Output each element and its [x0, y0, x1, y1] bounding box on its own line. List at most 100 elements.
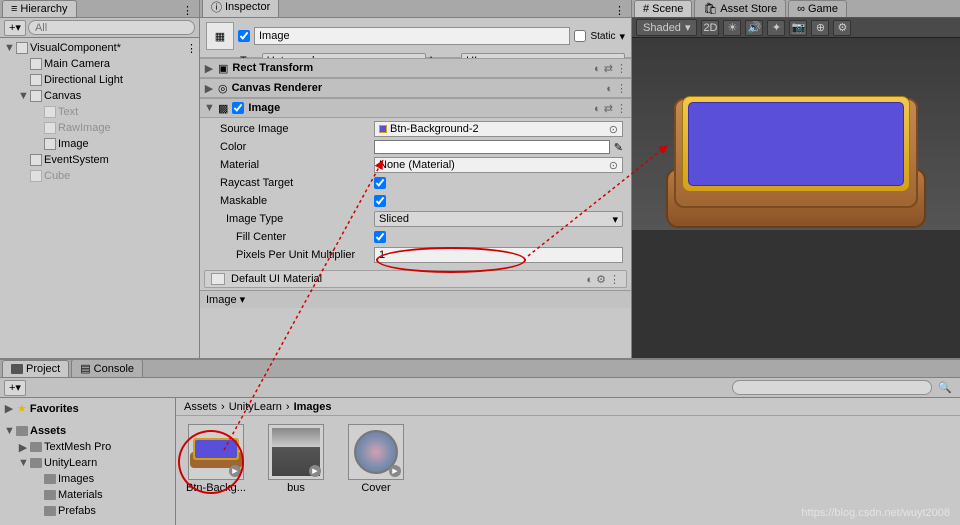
- lighting-toggle-button[interactable]: ☀: [723, 20, 741, 36]
- component-canvas-renderer-header[interactable]: ▶ ◎ Canvas Renderer ◐ ⋮: [200, 78, 631, 98]
- project-panel: Project ▤Console +▾ 🔍 ▶★ Favorites ▼Asse…: [0, 358, 960, 525]
- static-label: Static: [590, 31, 615, 42]
- hierarchy-item-text[interactable]: Text: [0, 104, 199, 120]
- project-folder-prefabs[interactable]: Prefabs: [0, 503, 175, 519]
- tools-button[interactable]: ⚙: [833, 20, 851, 36]
- hierarchy-item-canvas[interactable]: ▼Canvas: [0, 88, 199, 104]
- color-field[interactable]: [374, 140, 610, 154]
- fx-toggle-button[interactable]: ✦: [767, 20, 785, 36]
- 2d-toggle-button[interactable]: 2D: [701, 20, 719, 36]
- path-seg-0[interactable]: Assets: [184, 401, 217, 413]
- hierarchy-item-visualcomponent-[interactable]: ▼VisualComponent*⋮: [0, 40, 199, 56]
- asset-bus[interactable]: ▶bus: [264, 424, 328, 494]
- fill-center-checkbox[interactable]: [374, 231, 386, 243]
- project-folder-unitylearn[interactable]: ▼UnityLearn: [0, 455, 175, 471]
- gameobject-icon[interactable]: ▦: [206, 22, 234, 50]
- material-field[interactable]: None (Material) ⊙: [374, 157, 623, 173]
- project-toolbar: +▾ 🔍: [0, 378, 960, 398]
- scene-viewport[interactable]: [632, 38, 960, 358]
- hierarchy-toolbar: +▾: [0, 18, 199, 38]
- path-seg-2[interactable]: Images: [294, 401, 332, 413]
- hierarchy-item-rawimage[interactable]: RawImage: [0, 120, 199, 136]
- watermark: https://blog.csdn.net/wuyt2008: [801, 507, 950, 519]
- rect-transform-icon: ▣: [218, 62, 228, 75]
- tab-console[interactable]: ▤Console: [71, 359, 143, 377]
- hierarchy-item-main-camera[interactable]: Main Camera: [0, 56, 199, 72]
- preview-breadcrumb-label: Image ▾: [206, 293, 245, 306]
- hierarchy-panel: ≡ Hierarchy ⋮ +▾ ▼VisualComponent*⋮Main …: [0, 0, 200, 358]
- asset-btn-backg-[interactable]: ▶Btn-Backg...: [184, 424, 248, 494]
- project-search-input[interactable]: [732, 380, 932, 395]
- tab-inspector[interactable]: ⓘ Inspector: [202, 0, 279, 17]
- hierarchy-context-menu[interactable]: ⋮: [176, 4, 199, 17]
- gizmos-button[interactable]: ⊕: [811, 20, 829, 36]
- source-image-field[interactable]: Btn-Background-2 ⊙: [374, 121, 623, 137]
- tab-project[interactable]: Project: [2, 360, 69, 377]
- canvas-renderer-title: Canvas Renderer: [232, 82, 603, 94]
- preview-breadcrumb[interactable]: Image ▾: [200, 290, 631, 308]
- component-actions[interactable]: ◐ ⇄ ⋮: [594, 102, 627, 115]
- create-button[interactable]: +▾: [4, 20, 26, 36]
- shading-dropdown[interactable]: Shaded▾: [636, 19, 697, 36]
- star-icon: ★: [17, 402, 27, 415]
- component-rect-transform-header[interactable]: ▶ ▣ Rect Transform ◐ ⇄ ⋮: [200, 58, 631, 78]
- camera-button[interactable]: 📷: [789, 20, 807, 36]
- image-component-title: Image: [248, 102, 590, 114]
- hierarchy-item-eventsystem[interactable]: EventSystem: [0, 152, 199, 168]
- project-main: Assets› UnityLearn› Images ▶Btn-Backg...…: [176, 398, 960, 525]
- material-value: None (Material): [379, 159, 455, 171]
- inspector-tab-row: ⓘ Inspector ⋮: [200, 0, 631, 18]
- rect-transform-title: Rect Transform: [232, 62, 590, 74]
- favorites-header[interactable]: ▶★ Favorites: [0, 400, 175, 417]
- component-image-header[interactable]: ▼ ▩ Image ◐ ⇄ ⋮: [200, 98, 631, 118]
- asset-cover[interactable]: ▶Cover: [344, 424, 408, 494]
- scene-panel: #Scene 🛍Asset Store ∞Game Shaded▾ 2D ☀ 🔊…: [632, 0, 960, 358]
- maskable-checkbox[interactable]: [374, 195, 386, 207]
- path-seg-1[interactable]: UnityLearn: [229, 401, 282, 413]
- create-button[interactable]: +▾: [4, 380, 26, 396]
- source-image-label: Source Image: [220, 123, 370, 135]
- asset-store-tab-label: Asset Store: [720, 3, 777, 15]
- ppu-input[interactable]: [374, 247, 623, 263]
- tab-hierarchy[interactable]: ≡ Hierarchy: [2, 0, 77, 17]
- inspector-context-menu[interactable]: ⋮: [608, 4, 631, 17]
- audio-toggle-button[interactable]: 🔊: [745, 20, 763, 36]
- static-dropdown-icon[interactable]: ▾: [619, 30, 625, 43]
- raycast-checkbox[interactable]: [374, 177, 386, 189]
- maskable-label: Maskable: [220, 195, 370, 207]
- hierarchy-item-directional-light[interactable]: Directional Light: [0, 72, 199, 88]
- hierarchy-item-cube[interactable]: Cube: [0, 168, 199, 184]
- hierarchy-search-input[interactable]: [28, 20, 195, 35]
- tab-asset-store[interactable]: 🛍Asset Store: [694, 0, 786, 17]
- component-actions[interactable]: ◐ ⇄ ⋮: [594, 62, 627, 75]
- default-material-row[interactable]: Default UI Material ◐ ⚙ ⋮: [204, 270, 627, 288]
- image-component-enabled-checkbox[interactable]: [232, 102, 244, 114]
- project-path-bar[interactable]: Assets› UnityLearn› Images: [176, 398, 960, 416]
- material-icon: [211, 273, 225, 285]
- static-checkbox[interactable]: [574, 30, 586, 42]
- material-actions[interactable]: ◐ ⚙ ⋮: [586, 273, 620, 286]
- project-folder-assets[interactable]: ▼Assets: [0, 423, 175, 439]
- object-picker-icon[interactable]: ⊙: [609, 123, 618, 136]
- component-actions[interactable]: ◐ ⋮: [606, 82, 627, 95]
- image-type-dropdown[interactable]: Sliced▾: [374, 211, 623, 227]
- project-folder-materials[interactable]: Materials: [0, 487, 175, 503]
- image-type-value: Sliced: [379, 213, 409, 225]
- fold-icon: ▼: [204, 102, 214, 114]
- hierarchy-item-image[interactable]: Image: [0, 136, 199, 152]
- search-icon: 🔍: [934, 381, 956, 394]
- gameobject-active-checkbox[interactable]: [238, 30, 250, 42]
- object-picker-icon[interactable]: ⊙: [609, 159, 618, 172]
- project-folder-images[interactable]: Images: [0, 471, 175, 487]
- inspector-header: ▦ Static ▾ Tag Untagged▾ Layer UI▾: [200, 18, 631, 58]
- gameobject-name-input[interactable]: [254, 27, 570, 45]
- tab-game[interactable]: ∞Game: [788, 0, 847, 17]
- default-material-label: Default UI Material: [231, 273, 322, 285]
- sprite-thumb-icon: [379, 125, 387, 133]
- console-icon: ▤: [80, 362, 90, 375]
- tab-scene[interactable]: #Scene: [634, 0, 692, 17]
- image-preview: [666, 88, 926, 228]
- fold-icon: ▶: [204, 82, 214, 95]
- eyedropper-icon[interactable]: ✎: [614, 141, 623, 154]
- project-folder-textmesh-pro[interactable]: ▶TextMesh Pro: [0, 439, 175, 455]
